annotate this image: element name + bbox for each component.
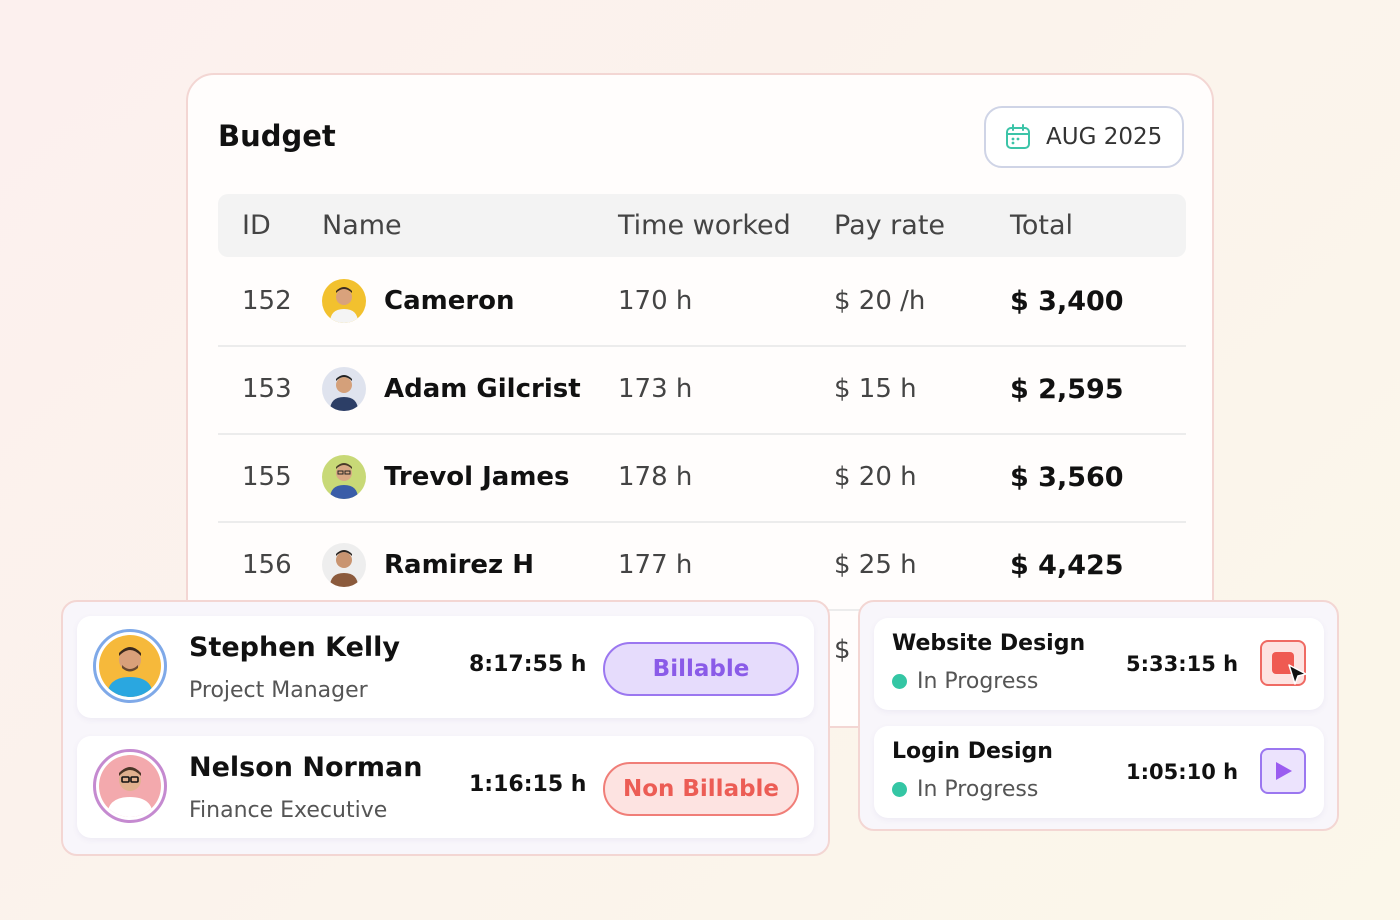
date-label: AUG 2025 (1046, 124, 1163, 150)
status-dot (892, 674, 907, 689)
column-header-id[interactable]: ID (242, 194, 271, 257)
task-time: 1:05:10 h (1126, 760, 1239, 784)
person-name: Nelson Norman (189, 752, 423, 783)
column-header-time-worked[interactable]: Time worked (618, 194, 791, 257)
task-status-label: In Progress (917, 777, 1039, 802)
person-name: Stephen Kelly (189, 632, 401, 663)
row-name: Ramirez H (384, 550, 534, 580)
billable-badge[interactable]: Billable (603, 642, 799, 696)
task-status: In Progress (892, 669, 1038, 694)
person-time: 1:16:15 h (469, 772, 587, 797)
play-icon (1271, 759, 1295, 783)
play-timer-button[interactable] (1260, 748, 1306, 794)
table-row[interactable]: 153 Adam Gilcrist 173 h $ 15 h $ 2,595 (218, 345, 1186, 435)
row-name: Trevol James (384, 462, 570, 492)
avatar (93, 629, 167, 703)
row-pay-rate: $ 20 h (834, 462, 917, 492)
row-time-worked: 170 h (618, 286, 693, 316)
table-row[interactable]: 156 Ramirez H 177 h $ 25 h $ 4,425 (218, 521, 1186, 611)
row-total: $ 2,595 (1010, 373, 1124, 405)
table-header: ID Name Time worked Pay rate Total (218, 194, 1186, 257)
task-name: Login Design (892, 739, 1053, 764)
row-total: $ 3,400 (1010, 285, 1124, 317)
column-header-name[interactable]: Name (322, 194, 402, 257)
row-name-cell: Trevol James (322, 433, 570, 521)
avatar (322, 279, 366, 323)
task-card[interactable]: Website Design In Progress 5:33:15 h (874, 618, 1324, 710)
task-timer-panel: Website Design In Progress 5:33:15 h Log… (858, 600, 1339, 831)
person-card[interactable]: Stephen Kelly Project Manager 8:17:55 h … (77, 616, 814, 718)
date-picker-button[interactable]: AUG 2025 (984, 106, 1184, 168)
budget-title: Budget (218, 119, 336, 153)
row-pay-rate: $ 15 h (834, 374, 917, 404)
person-card[interactable]: Nelson Norman Finance Executive 1:16:15 … (77, 736, 814, 838)
table-row[interactable]: 155 Trevol James 178 h $ 20 h $ 3,560 (218, 433, 1186, 523)
row-name-cell: Adam Gilcrist (322, 345, 581, 433)
row-id: 156 (242, 550, 292, 580)
row-name-cell: Ramirez H (322, 521, 534, 609)
person-role: Project Manager (189, 678, 368, 703)
task-name: Website Design (892, 631, 1086, 656)
row-total: $ 3,560 (1010, 461, 1124, 493)
stop-timer-button[interactable] (1260, 640, 1309, 687)
row-name: Cameron (384, 286, 515, 316)
status-dot (892, 782, 907, 797)
row-id: 153 (242, 374, 292, 404)
non-billable-badge[interactable]: Non Billable (603, 762, 799, 816)
avatar (322, 367, 366, 411)
avatar (93, 749, 167, 823)
calendar-icon (1004, 123, 1032, 151)
task-card[interactable]: Login Design In Progress 1:05:10 h (874, 726, 1324, 818)
avatar (322, 543, 366, 587)
row-pay-rate: $ 25 h (834, 550, 917, 580)
row-time-worked: 177 h (618, 550, 693, 580)
row-time-worked: 178 h (618, 462, 693, 492)
column-header-pay-rate[interactable]: Pay rate (834, 194, 945, 257)
row-name-cell: Cameron (322, 257, 515, 345)
row-time-worked: 173 h (618, 374, 693, 404)
row-name: Adam Gilcrist (384, 374, 581, 404)
person-time: 8:17:55 h (469, 652, 587, 677)
table-row[interactable]: 152 Cameron 170 h $ 20 /h $ 3,400 (218, 257, 1186, 347)
row-pay-rate: $ 20 /h (834, 286, 926, 316)
row-id: 155 (242, 462, 292, 492)
task-status-label: In Progress (917, 669, 1039, 694)
partial-row-pay-rate: $ (834, 635, 851, 665)
task-time: 5:33:15 h (1126, 652, 1239, 676)
people-timer-panel: Stephen Kelly Project Manager 8:17:55 h … (61, 600, 830, 856)
row-total: $ 4,425 (1010, 549, 1124, 581)
person-role: Finance Executive (189, 798, 388, 823)
task-status: In Progress (892, 777, 1038, 802)
row-id: 152 (242, 286, 292, 316)
avatar (322, 455, 366, 499)
column-header-total[interactable]: Total (1010, 194, 1073, 257)
cursor-icon (1287, 663, 1309, 687)
